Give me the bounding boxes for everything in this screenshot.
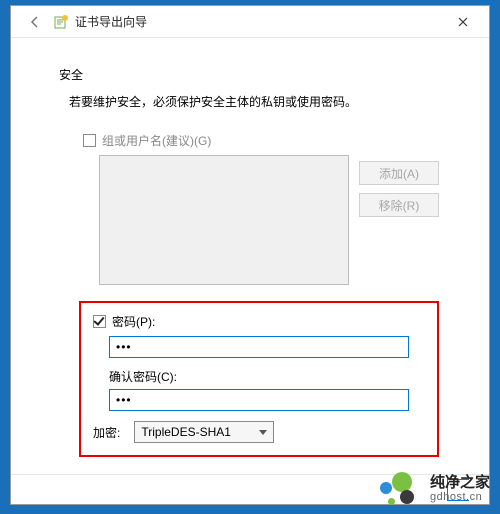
close-button[interactable] <box>441 7 485 37</box>
watermark: 纯净之家 gdhost.cn <box>378 470 490 508</box>
confirm-password-label: 确认密码(C): <box>109 368 425 385</box>
password-input[interactable] <box>109 336 409 358</box>
group-checkbox[interactable] <box>83 134 96 147</box>
titlebar: 证书导出向导 <box>11 6 489 38</box>
password-section-highlight: 密码(P): 确认密码(C): 加密: TripleDES-SHA1 <box>79 301 439 457</box>
watermark-name: 纯净之家 <box>430 475 490 492</box>
group-checkbox-label: 组或用户名(建议)(G) <box>102 132 211 149</box>
section-description: 若要维护安全，必须保护安全主体的私钥或使用密码。 <box>69 93 449 110</box>
encryption-select[interactable]: TripleDES-SHA1 <box>134 421 274 443</box>
encryption-selected-value: TripleDES-SHA1 <box>141 425 231 439</box>
watermark-url: gdhost.cn <box>430 491 490 503</box>
principals-listbox[interactable] <box>99 155 349 285</box>
content-area: 安全 若要维护安全，必须保护安全主体的私钥或使用密码。 组或用户名(建议)(G)… <box>11 38 489 504</box>
add-button: 添加(A) <box>359 161 439 185</box>
password-label: 密码(P): <box>112 313 155 330</box>
password-checkbox[interactable] <box>93 315 106 328</box>
wizard-icon <box>53 14 69 30</box>
confirm-password-input[interactable] <box>109 389 409 411</box>
wizard-window: 证书导出向导 安全 若要维护安全，必须保护安全主体的私钥或使用密码。 组或用户名… <box>10 5 490 505</box>
back-button[interactable] <box>25 12 45 32</box>
window-title: 证书导出向导 <box>75 13 147 30</box>
section-heading: 安全 <box>59 66 449 83</box>
watermark-logo-icon <box>378 470 422 508</box>
encryption-label: 加密: <box>93 424 120 441</box>
remove-button: 移除(R) <box>359 193 439 217</box>
